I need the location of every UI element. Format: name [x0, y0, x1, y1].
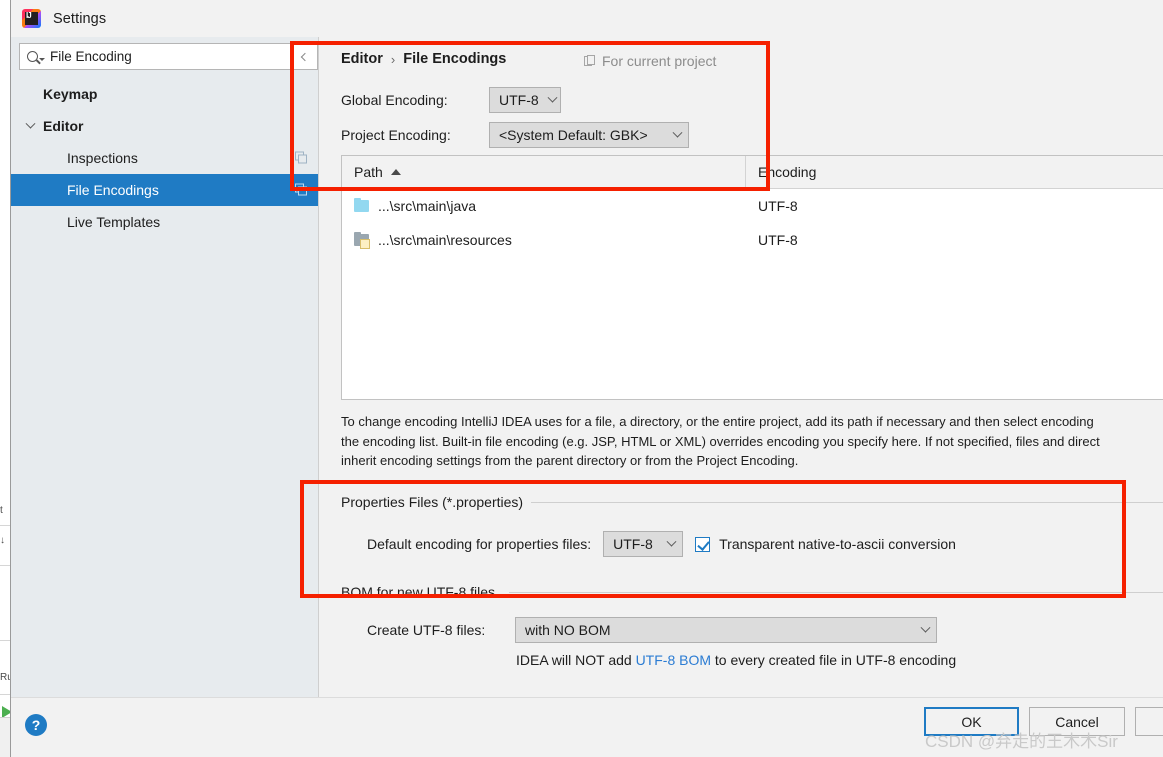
bom-group-title: BOM for new UTF-8 files — [341, 584, 504, 600]
checkbox-checked-icon — [695, 536, 711, 552]
encodings-table[interactable]: Path Encoding ...\src\main\java UTF-8 ..… — [341, 155, 1163, 400]
breadcrumb: Editor › File Encodings — [341, 51, 506, 67]
create-utf8-files-combobox[interactable]: with NO BOM — [515, 617, 937, 643]
table-cell-path: ...\src\main\java — [342, 198, 746, 214]
utf8-bom-link[interactable]: UTF-8 BOM — [636, 652, 711, 668]
table-header-row: Path Encoding — [342, 156, 1163, 189]
properties-files-group: Properties Files (*.properties) Default … — [341, 494, 1163, 580]
resources-folder-icon — [354, 232, 370, 249]
sidebar-item-label: Editor — [43, 118, 84, 134]
sidebar-item-inspections[interactable]: Inspections — [11, 142, 318, 174]
global-encoding-label: Global Encoding: — [341, 92, 448, 108]
global-encoding-value: UTF-8 — [499, 92, 539, 108]
copy-document-icon — [584, 54, 596, 68]
sidebar-item-editor[interactable]: Editor — [11, 110, 318, 142]
settings-sidebar: Keymap Editor Inspections File Encodings… — [11, 37, 318, 697]
table-row[interactable]: ...\src\main\resources UTF-8 — [342, 223, 1163, 257]
group-divider — [509, 592, 1163, 593]
sidebar-item-label: Inspections — [67, 150, 138, 166]
source-folder-icon — [354, 198, 369, 212]
bom-note-suffix: to every created file in UTF-8 encoding — [711, 652, 957, 668]
create-utf8-files-row: Create UTF-8 files: with NO BOM — [367, 617, 937, 643]
breadcrumb-current: File Encodings — [403, 51, 507, 67]
column-header-encoding[interactable]: Encoding — [746, 156, 1163, 188]
table-cell-encoding: UTF-8 — [758, 232, 798, 248]
chevron-down-icon — [672, 127, 683, 138]
sidebar-item-keymap[interactable]: Keymap — [11, 78, 318, 110]
hint-line: To change encoding IntelliJ IDEA uses fo… — [341, 414, 1094, 429]
sidebar-item-file-encodings[interactable]: File Encodings — [11, 174, 318, 206]
table-row[interactable]: ...\src\main\java UTF-8 — [342, 189, 1163, 223]
properties-encoding-label: Default encoding for properties files: — [367, 536, 592, 552]
dialog-title: Settings — [53, 10, 107, 27]
hint-line: inherit encoding settings from the paren… — [341, 453, 799, 468]
properties-encoding-value: UTF-8 — [613, 536, 653, 552]
properties-encoding-combobox[interactable]: UTF-8 — [603, 531, 684, 557]
help-button[interactable]: ? — [25, 714, 47, 736]
for-current-project-text: For current project — [602, 53, 717, 69]
properties-files-group-title: Properties Files (*.properties) — [341, 494, 532, 510]
chevron-down-icon — [547, 92, 558, 103]
transparent-native-to-ascii-checkbox[interactable]: Transparent native-to-ascii conversion — [695, 536, 956, 552]
cancel-button[interactable]: Cancel — [1029, 707, 1125, 736]
sidebar-item-label: Keymap — [43, 86, 98, 102]
sort-ascending-icon — [390, 169, 401, 175]
group-divider — [519, 502, 1163, 503]
bom-note-prefix: IDEA will NOT add — [516, 652, 636, 668]
column-header-encoding-label: Encoding — [758, 164, 817, 180]
search-input[interactable] — [48, 48, 305, 65]
chevron-down-icon — [920, 622, 931, 633]
search-field[interactable] — [19, 43, 310, 70]
hint-line: the encoding list. Built-in file encodin… — [341, 433, 1100, 449]
chevron-down-icon — [666, 536, 677, 547]
global-encoding-row: Global Encoding: UTF-8 — [341, 87, 561, 113]
dialog-footer: ? OK Cancel Ap — [11, 697, 1163, 757]
table-cell-path-text: ...\src\main\resources — [378, 232, 512, 248]
editor-expander-icon[interactable] — [25, 110, 36, 142]
chevron-left-icon — [300, 52, 309, 61]
bom-note: IDEA will NOT add UTF-8 BOM to every cre… — [516, 652, 956, 668]
bom-group: BOM for new UTF-8 files Create UTF-8 fil… — [341, 584, 1163, 697]
sidebar-item-live-templates[interactable]: Live Templates — [11, 206, 318, 238]
table-cell-path: ...\src\main\resources — [342, 232, 746, 249]
breadcrumb-parent: Editor — [341, 51, 383, 67]
settings-tree: Keymap Editor Inspections File Encodings… — [11, 78, 318, 238]
settings-dialog: Settings Keymap Editor Inspections — [10, 0, 1163, 757]
column-header-path-label: Path — [354, 164, 383, 180]
properties-encoding-row: Default encoding for properties files: U… — [367, 531, 956, 557]
copy-settings-icon[interactable] — [295, 183, 308, 197]
for-current-project-label: For current project — [584, 53, 716, 69]
table-cell-path-text: ...\src\main\java — [378, 198, 477, 214]
column-header-path[interactable]: Path — [342, 156, 746, 188]
global-encoding-combobox[interactable]: UTF-8 — [489, 87, 561, 113]
settings-content-pane: Editor › File Encodings For current proj… — [318, 37, 1163, 697]
breadcrumb-separator-icon: › — [390, 51, 396, 67]
search-icon — [24, 51, 48, 62]
project-encoding-row: Project Encoding: <System Default: GBK> — [341, 122, 689, 148]
table-cell-encoding: UTF-8 — [758, 198, 798, 214]
sidebar-item-label: Live Templates — [67, 214, 161, 230]
ok-button[interactable]: OK — [924, 707, 1019, 736]
sidebar-collapse-button[interactable] — [292, 43, 318, 70]
create-utf8-files-value: with NO BOM — [525, 622, 611, 638]
create-utf8-files-label: Create UTF-8 files: — [367, 622, 486, 638]
intellij-idea-logo-icon — [22, 9, 41, 28]
project-encoding-value: <System Default: GBK> — [499, 127, 648, 143]
sidebar-item-label: File Encodings — [67, 182, 159, 198]
transparent-native-to-ascii-label: Transparent native-to-ascii conversion — [719, 536, 956, 552]
apply-button[interactable]: Ap — [1135, 707, 1163, 736]
project-encoding-label: Project Encoding: — [341, 127, 451, 143]
project-encoding-combobox[interactable]: <System Default: GBK> — [489, 122, 689, 148]
dialog-titlebar: Settings — [11, 0, 1163, 37]
copy-settings-icon[interactable] — [295, 151, 308, 165]
encodings-hint-text: To change encoding IntelliJ IDEA uses fo… — [341, 412, 1163, 471]
